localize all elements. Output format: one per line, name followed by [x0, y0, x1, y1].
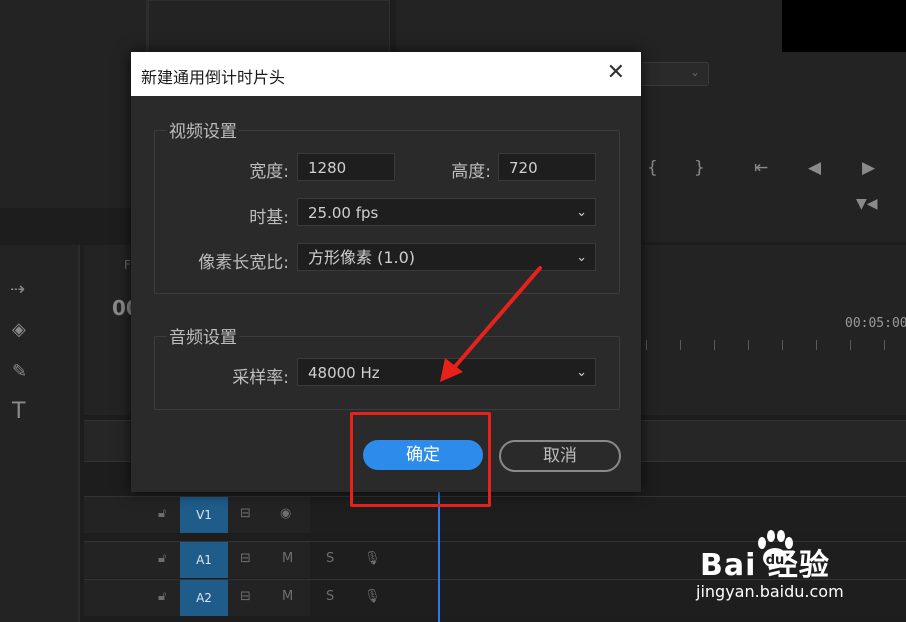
paw-icon: du	[758, 530, 793, 568]
highlight-box	[350, 412, 491, 507]
watermark-url: jingyan.baidu.com	[696, 582, 844, 601]
svg-text:du: du	[766, 553, 785, 568]
